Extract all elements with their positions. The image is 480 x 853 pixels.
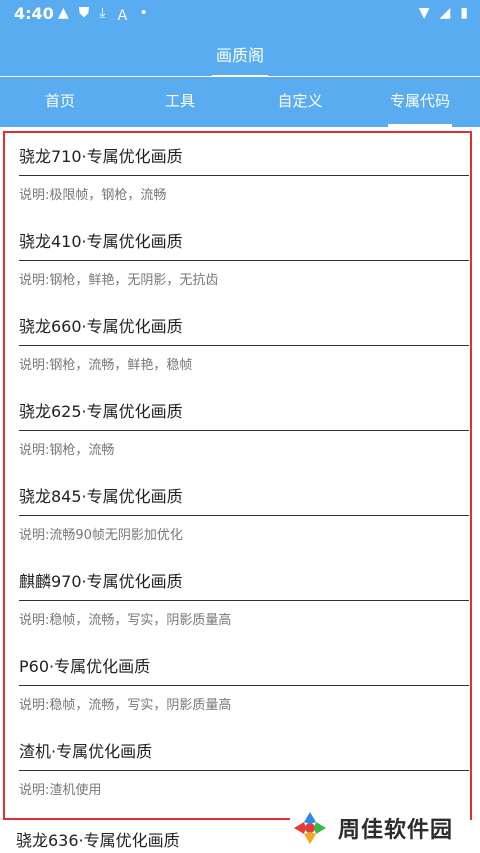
list-item[interactable]: 骁龙710·专属优化画质 说明:极限帧，钢枪，流畅 bbox=[19, 139, 469, 203]
tab-home[interactable]: 首页 bbox=[0, 77, 120, 127]
list-item-partial[interactable]: 骁龙636·专属优化画质 bbox=[16, 827, 180, 851]
signal-icon: ◢ bbox=[439, 5, 451, 21]
tab-tools[interactable]: 工具 bbox=[120, 77, 240, 127]
battery-icon: ▮ bbox=[460, 5, 468, 21]
warning-icon: ▲ bbox=[58, 5, 69, 21]
item-title: 骁龙710·专属优化画质 bbox=[19, 139, 469, 176]
wifi-icon: ▼ bbox=[418, 5, 430, 21]
item-title: 骁龙410·专属优化画质 bbox=[19, 224, 469, 261]
item-title: P60·专属优化画质 bbox=[19, 649, 469, 686]
status-time: 4:40 bbox=[14, 4, 54, 23]
item-description: 说明:钢枪，流畅，鲜艳，稳帧 bbox=[19, 358, 193, 373]
list-item[interactable]: 骁龙410·专属优化画质 说明:钢枪，鲜艳，无阴影，无抗齿 bbox=[19, 224, 469, 288]
list-item[interactable]: 骁龙660·专属优化画质 说明:钢枪，流畅，鲜艳，稳帧 bbox=[19, 309, 469, 373]
tab-custom[interactable]: 自定义 bbox=[240, 77, 360, 127]
tab-exclusive-code[interactable]: 专属代码 bbox=[360, 77, 480, 127]
exclusive-code-list: 骁龙710·专属优化画质 说明:极限帧，钢枪，流畅 骁龙410·专属优化画质 说… bbox=[3, 131, 472, 820]
item-title: 骁龙660·专属优化画质 bbox=[19, 309, 469, 346]
item-description: 说明:稳帧，流畅，写实，阴影质量高 bbox=[19, 698, 232, 713]
status-bar: 4:40 ▲ ⛊ ⤓ Ａ • ▼ ◢ ▮ bbox=[0, 0, 480, 28]
app-bar: 画质阁 bbox=[0, 28, 480, 77]
download-icon: ⤓ bbox=[99, 5, 106, 21]
status-icons-left: ▲ ⛊ ⤓ Ａ • bbox=[58, 5, 148, 25]
tab-bar: 首页 工具 自定义 专属代码 bbox=[0, 77, 480, 127]
font-icon: Ａ bbox=[115, 8, 130, 24]
dot-icon: • bbox=[139, 5, 148, 21]
item-title: 麒麟970·专属优化画质 bbox=[19, 564, 469, 601]
list-item[interactable]: 骁龙845·专属优化画质 说明:流畅90帧无阴影加优化 bbox=[19, 479, 469, 543]
item-description: 说明:极限帧，钢枪，流畅 bbox=[19, 188, 167, 203]
item-description: 说明:渣机使用 bbox=[19, 783, 102, 798]
list-item[interactable]: 骁龙625·专属优化画质 说明:钢枪，流畅 bbox=[19, 394, 469, 458]
watermark-logo: 周佳软件园 bbox=[290, 806, 470, 850]
item-description: 说明:稳帧，流畅，写实，阴影质量高 bbox=[19, 613, 232, 628]
item-title: 骁龙625·专属优化画质 bbox=[19, 394, 469, 431]
watermark-text: 周佳软件园 bbox=[338, 818, 454, 843]
app-title: 画质阁 bbox=[215, 46, 264, 65]
list-item[interactable]: P60·专属优化画质 说明:稳帧，流畅，写实，阴影质量高 bbox=[19, 649, 469, 713]
item-description: 说明:钢枪，鲜艳，无阴影，无抗齿 bbox=[19, 273, 219, 288]
item-title: 骁龙845·专属优化画质 bbox=[19, 479, 469, 516]
item-title: 渣机·专属优化画质 bbox=[19, 734, 469, 771]
list-item[interactable]: 麒麟970·专属优化画质 说明:稳帧，流畅，写实，阴影质量高 bbox=[19, 564, 469, 628]
item-description: 说明:流畅90帧无阴影加优化 bbox=[19, 528, 183, 543]
list-item[interactable]: 渣机·专属优化画质 说明:渣机使用 bbox=[19, 734, 469, 798]
item-description: 说明:钢枪，流畅 bbox=[19, 443, 115, 458]
shield-icon: ⛊ bbox=[78, 5, 90, 21]
status-icons-right: ▼ ◢ ▮ bbox=[419, 5, 468, 21]
pinwheel-logo-icon bbox=[294, 812, 326, 844]
